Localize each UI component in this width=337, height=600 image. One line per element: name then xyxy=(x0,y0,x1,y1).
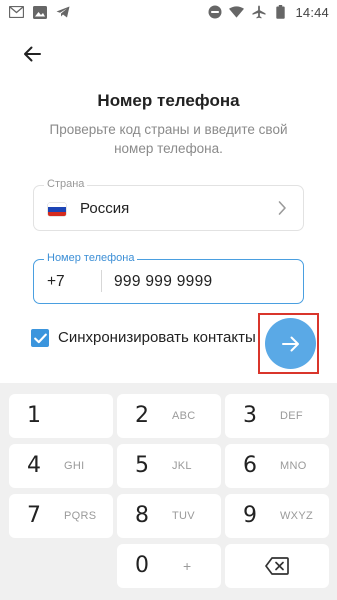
status-right: 14:44 xyxy=(207,5,329,20)
country-selector[interactable]: Страна Россия xyxy=(33,178,304,231)
key-7[interactable]: 7 PQRS xyxy=(9,494,113,538)
wifi-icon xyxy=(229,6,245,19)
key-letters: DEF xyxy=(280,410,303,422)
next-button[interactable] xyxy=(265,318,316,369)
telegram-icon xyxy=(55,6,70,19)
key-6[interactable]: 6 MNO xyxy=(225,444,329,488)
checkmark-icon xyxy=(33,333,47,343)
key-digit: 4 xyxy=(27,453,41,478)
key-digit: 6 xyxy=(243,453,257,478)
sync-contacts-label: Синхронизировать контакты xyxy=(58,329,256,346)
key-digit: 1 xyxy=(27,403,41,428)
next-button-highlight xyxy=(258,313,319,374)
key-digit: 8 xyxy=(135,503,149,528)
key-letters: PQRS xyxy=(64,510,97,522)
key-letters: + xyxy=(183,558,192,574)
key-letters: TUV xyxy=(172,510,195,522)
key-5[interactable]: 5 JKL xyxy=(117,444,221,488)
arrow-left-icon xyxy=(24,46,41,62)
phone-number-input[interactable]: 999 999 9999 xyxy=(114,273,212,291)
key-4[interactable]: 4 GHI xyxy=(9,444,113,488)
status-left xyxy=(9,5,70,19)
phone-divider xyxy=(101,270,102,292)
key-digit: 2 xyxy=(135,403,149,428)
russia-flag-icon xyxy=(48,203,66,216)
key-digit: 9 xyxy=(243,503,257,528)
key-3[interactable]: 3 DEF xyxy=(225,394,329,438)
country-value: Россия xyxy=(80,200,130,217)
battery-icon xyxy=(273,5,288,19)
airplane-icon xyxy=(251,5,266,19)
key-letters: ABC xyxy=(172,410,196,422)
key-2[interactable]: 2 ABC xyxy=(117,394,221,438)
gmail-icon xyxy=(9,6,24,19)
status-time: 14:44 xyxy=(295,4,329,20)
key-digit: 5 xyxy=(135,453,149,478)
phone-code-input[interactable]: +7 xyxy=(47,273,65,291)
key-8[interactable]: 8 TUV xyxy=(117,494,221,538)
phone-field-label: Номер телефона xyxy=(44,252,138,264)
sync-contacts-checkbox[interactable] xyxy=(31,329,49,347)
key-letters: MNO xyxy=(280,460,307,472)
key-digit: 7 xyxy=(27,503,41,528)
key-0[interactable]: 0 + xyxy=(117,544,221,588)
phone-field[interactable]: Номер телефона +7 999 999 9999 xyxy=(33,252,304,304)
key-digit: 3 xyxy=(243,403,257,428)
back-button[interactable] xyxy=(18,40,46,68)
backspace-icon xyxy=(265,557,289,575)
arrow-right-icon xyxy=(281,336,299,351)
image-icon xyxy=(32,5,47,19)
key-digit: 0 xyxy=(135,553,149,578)
country-field-label: Страна xyxy=(44,178,88,190)
status-bar: 14:44 xyxy=(0,0,337,24)
chevron-right-icon xyxy=(278,201,286,215)
page-title: Номер телефона xyxy=(97,91,240,110)
key-9[interactable]: 9 WXYZ xyxy=(225,494,329,538)
numeric-keypad: 1 2 ABC 3 DEF 4 GHI 5 JKL 6 MNO 7 PQRS 8… xyxy=(0,383,337,600)
key-backspace[interactable] xyxy=(225,544,329,588)
dnd-icon xyxy=(207,5,222,19)
page-subtitle: Проверьте код страны и введите свой номе… xyxy=(49,122,288,156)
key-letters: JKL xyxy=(172,460,192,472)
key-letters: GHI xyxy=(64,460,85,472)
key-letters: WXYZ xyxy=(280,510,313,522)
key-1[interactable]: 1 xyxy=(9,394,113,438)
